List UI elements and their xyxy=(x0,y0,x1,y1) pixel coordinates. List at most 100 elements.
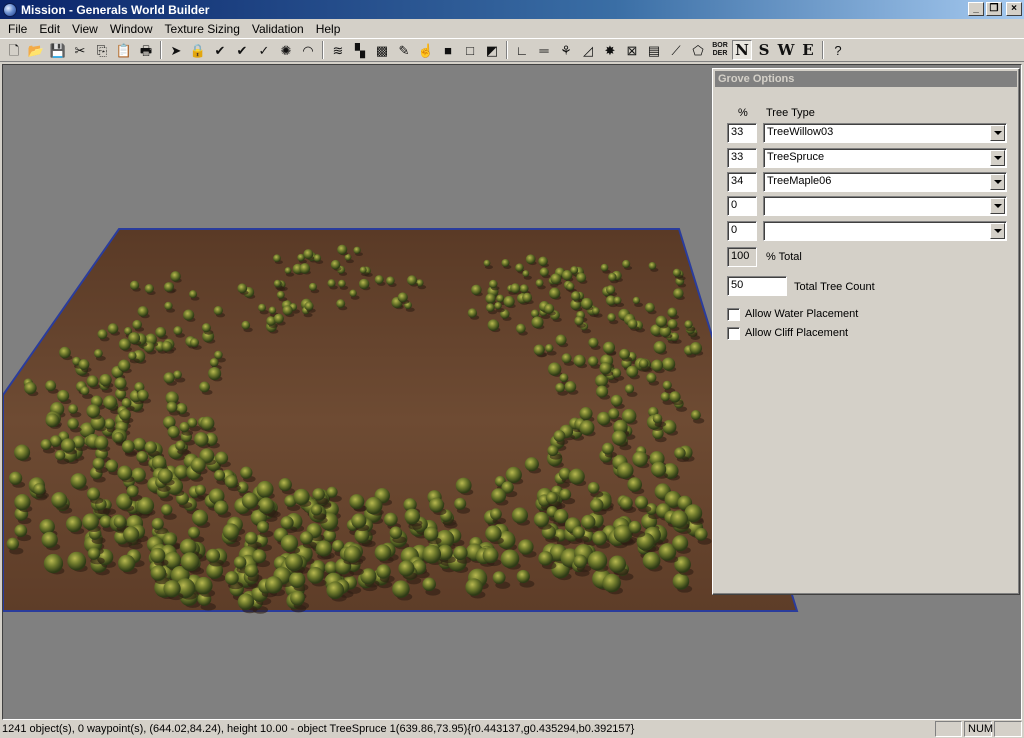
tree-object[interactable] xyxy=(310,504,323,516)
tree-object[interactable] xyxy=(496,294,505,303)
tree-object[interactable] xyxy=(515,323,526,334)
tree-object[interactable] xyxy=(638,358,649,369)
tree-object[interactable] xyxy=(214,500,229,515)
new-icon[interactable]: 🗋 xyxy=(4,40,24,60)
tree-object[interactable] xyxy=(501,258,510,268)
tree-object[interactable] xyxy=(491,488,507,504)
tree-object[interactable] xyxy=(548,287,561,299)
tree-object[interactable] xyxy=(622,259,631,269)
tree-object[interactable] xyxy=(587,481,600,494)
dropdown-arrow-icon[interactable] xyxy=(990,125,1005,141)
tree-object[interactable] xyxy=(151,517,164,531)
tree-object[interactable] xyxy=(43,553,64,574)
tree-object[interactable] xyxy=(516,569,530,584)
dropdown-arrow-icon[interactable] xyxy=(990,174,1005,190)
tree-object[interactable] xyxy=(280,516,294,530)
tree-object[interactable] xyxy=(67,418,79,430)
tree-object[interactable] xyxy=(189,338,199,348)
tree-object[interactable] xyxy=(482,547,499,564)
tree-object[interactable] xyxy=(118,338,131,351)
tree-object[interactable] xyxy=(392,580,410,598)
tree-object[interactable] xyxy=(175,440,186,451)
tree-object[interactable] xyxy=(174,465,189,479)
tree-object[interactable] xyxy=(543,303,555,314)
tree-object[interactable] xyxy=(627,477,642,492)
tree-object[interactable] xyxy=(486,303,495,312)
tree-object[interactable] xyxy=(613,296,622,305)
tree-object[interactable] xyxy=(194,432,209,447)
tree-object[interactable] xyxy=(404,508,421,525)
tree-object[interactable] xyxy=(511,507,528,524)
tree-object[interactable] xyxy=(608,272,617,282)
dome-icon[interactable]: ◠ xyxy=(298,40,318,60)
tree-object[interactable] xyxy=(199,381,210,393)
tree-object[interactable] xyxy=(510,283,521,294)
tree-object[interactable] xyxy=(600,263,609,272)
tree-object[interactable] xyxy=(655,315,668,328)
tree-object[interactable] xyxy=(670,510,689,529)
percent-field-2[interactable]: 33 xyxy=(727,148,757,168)
tree-object[interactable] xyxy=(179,421,190,433)
tree-type-select-3[interactable]: TreeMaple06 xyxy=(763,172,1007,192)
tree-object[interactable] xyxy=(285,553,303,572)
save-icon[interactable]: 💾 xyxy=(48,40,68,60)
tree-object[interactable] xyxy=(662,419,677,434)
tree-object[interactable] xyxy=(374,275,384,285)
tree-object[interactable] xyxy=(6,537,19,551)
tree-object[interactable] xyxy=(233,556,247,569)
menu-edit[interactable]: Edit xyxy=(33,22,66,36)
tree-object[interactable] xyxy=(634,495,649,509)
open-icon[interactable]: 📂 xyxy=(26,40,46,60)
checker-icon[interactable]: ▩ xyxy=(372,40,392,60)
tree-object[interactable] xyxy=(694,527,708,541)
tree-object[interactable] xyxy=(54,450,66,461)
tree-object[interactable] xyxy=(522,270,530,278)
tree-object[interactable] xyxy=(195,484,206,496)
tree-object[interactable] xyxy=(58,346,71,359)
tree-object[interactable] xyxy=(550,273,562,285)
tree-object[interactable] xyxy=(187,526,200,539)
tree-object[interactable] xyxy=(648,262,657,270)
tree-object[interactable] xyxy=(330,259,341,270)
view-s-button[interactable]: S xyxy=(754,40,774,60)
tree-object[interactable] xyxy=(60,438,76,453)
tree-object[interactable] xyxy=(485,293,496,304)
tree-object[interactable] xyxy=(574,316,584,326)
tree-object[interactable] xyxy=(564,380,577,393)
percent-field-5[interactable]: 0 xyxy=(727,221,757,241)
tree-type-select-5[interactable] xyxy=(763,221,1007,241)
tree-object[interactable] xyxy=(166,401,178,413)
help-icon[interactable]: ? xyxy=(828,40,848,60)
tree-object[interactable] xyxy=(353,246,361,254)
tree-object[interactable] xyxy=(602,341,616,354)
tree-object[interactable] xyxy=(650,461,667,477)
tree-object[interactable] xyxy=(252,549,267,564)
tree-object[interactable] xyxy=(326,581,345,600)
maximize-button[interactable]: ❐ xyxy=(986,2,1002,16)
smooth-brush-icon[interactable]: ✓ xyxy=(254,40,274,60)
tree-object[interactable] xyxy=(299,531,314,545)
tile-icon[interactable]: ▚ xyxy=(350,40,370,60)
tree-object[interactable] xyxy=(257,497,275,514)
tree-object[interactable] xyxy=(113,431,124,443)
tree-object[interactable] xyxy=(241,320,251,330)
tree-object[interactable] xyxy=(86,487,101,501)
tree-object[interactable] xyxy=(467,308,478,318)
tree-object[interactable] xyxy=(70,473,87,490)
tree-object[interactable] xyxy=(201,323,211,333)
tree-object[interactable] xyxy=(136,450,148,463)
tree-object[interactable] xyxy=(483,259,491,267)
tree-object[interactable] xyxy=(406,275,418,286)
tree-object[interactable] xyxy=(672,535,689,552)
multi-brush-icon[interactable]: ✔ xyxy=(232,40,252,60)
tree-object[interactable] xyxy=(14,444,31,461)
tree-object[interactable] xyxy=(8,471,23,485)
tree-object[interactable] xyxy=(398,560,415,577)
tree-object[interactable] xyxy=(660,391,671,402)
tree-object[interactable] xyxy=(601,442,614,455)
tree-object[interactable] xyxy=(157,468,173,484)
tree-object[interactable] xyxy=(208,366,222,381)
tree-object[interactable] xyxy=(570,266,579,275)
tree-object[interactable] xyxy=(555,382,565,393)
tree-object[interactable] xyxy=(155,326,167,338)
